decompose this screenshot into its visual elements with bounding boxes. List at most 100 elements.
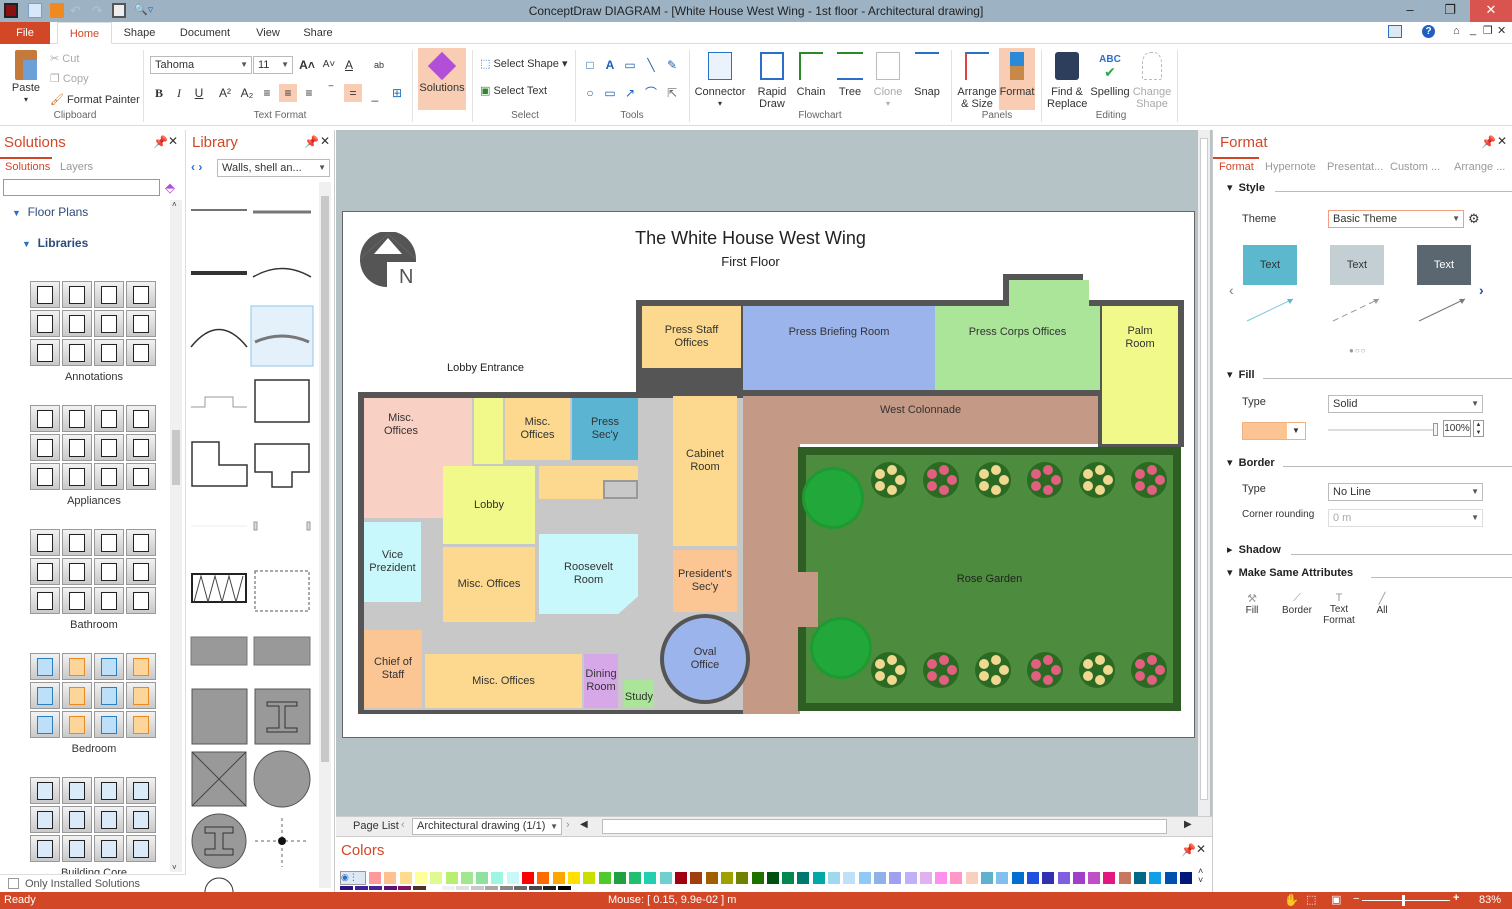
color-swatch[interactable]	[1163, 871, 1178, 885]
library-shape-item[interactable]	[30, 339, 60, 366]
zoom-slider[interactable]	[1362, 895, 1450, 906]
room-press-briefing[interactable]: Press Briefing Room	[743, 306, 935, 390]
zoom-in-icon[interactable]: +	[1453, 892, 1459, 904]
align-middle-icon[interactable]: =	[344, 84, 362, 102]
library-shape-item[interactable]	[94, 558, 124, 585]
color-swatch[interactable]	[536, 871, 551, 885]
solutions-button[interactable]: Solutions	[418, 48, 466, 110]
room-west-colonnade[interactable]: West Colonnade	[743, 396, 1098, 444]
color-swatch[interactable]	[1056, 871, 1071, 885]
cut-button[interactable]: ✂ Cut	[50, 52, 79, 65]
library-shape-item[interactable]	[62, 587, 92, 614]
color-swatch[interactable]	[781, 871, 796, 885]
arrow-tool-icon[interactable]: ↗	[621, 84, 639, 102]
library-shape-item[interactable]	[94, 463, 124, 490]
search-solutions-icon[interactable]: ⬘	[165, 180, 175, 196]
room-presidents-secy[interactable]: President's Sec'y	[673, 550, 737, 612]
color-swatch[interactable]	[704, 871, 719, 885]
library-shape-item[interactable]	[62, 777, 92, 804]
align-bottom-icon[interactable]: _	[366, 86, 384, 104]
library-shape-item[interactable]	[62, 310, 92, 337]
library-shape-item[interactable]	[62, 529, 92, 556]
clone-button[interactable]: Clone ▾	[871, 48, 905, 110]
color-swatch[interactable]	[995, 871, 1010, 885]
library-shape-item[interactable]	[62, 463, 92, 490]
arrange-size-button[interactable]: Arrange & Size	[957, 48, 997, 110]
close-panel-icon[interactable]: ✕	[1196, 842, 1206, 856]
color-swatch[interactable]	[354, 886, 368, 890]
tab-hypernote[interactable]: Hypernote	[1265, 161, 1316, 173]
tab-custom[interactable]: Custom ...	[1390, 161, 1440, 173]
color-swatch[interactable]	[427, 886, 440, 890]
format-button[interactable]: Format	[999, 48, 1035, 110]
color-swatch[interactable]	[918, 871, 933, 885]
color-swatch[interactable]	[566, 871, 581, 885]
library-shape-item[interactable]	[30, 806, 60, 833]
doc-minimize-icon[interactable]: _	[1470, 24, 1476, 36]
library-shape-item[interactable]	[126, 529, 156, 556]
paste-button[interactable]: Paste ▾	[8, 48, 44, 110]
select-text-button[interactable]: ▣ Select Text	[480, 84, 547, 97]
doc-restore-icon[interactable]: ❐	[1483, 24, 1493, 37]
fill-section-toggle[interactable]: ▾ Fill	[1227, 368, 1255, 381]
help-icon[interactable]: ?	[1422, 25, 1435, 38]
tree-button[interactable]: Tree	[834, 48, 866, 110]
color-swatch[interactable]	[582, 871, 597, 885]
library-shape-item[interactable]	[126, 339, 156, 366]
library-shape-item[interactable]	[94, 777, 124, 804]
library-shape-item[interactable]	[30, 711, 60, 738]
color-swatch[interactable]	[459, 871, 474, 885]
library-shape-item[interactable]	[30, 682, 60, 709]
color-swatch[interactable]	[340, 886, 353, 890]
color-swatch[interactable]	[980, 871, 994, 885]
doc-close-icon[interactable]: ✕	[1497, 24, 1506, 37]
library-shape-item[interactable]	[94, 711, 124, 738]
opacity-stepper[interactable]: ▲ ▼	[1473, 420, 1484, 437]
color-swatch[interactable]	[719, 871, 734, 885]
grow-font-icon[interactable]: A˄	[298, 56, 316, 74]
color-swatch[interactable]	[1010, 871, 1025, 885]
room-vice-president[interactable]: Vice Prezident	[364, 522, 421, 602]
text-autofit-icon[interactable]: ⊞	[388, 84, 406, 102]
align-center-icon[interactable]: ≡	[279, 84, 297, 102]
only-installed-checkbox[interactable]	[8, 878, 19, 889]
bedroom-library[interactable]	[30, 653, 156, 738]
room-misc-offices-3[interactable]: Misc. Offices	[443, 547, 535, 622]
corner-rounding-select[interactable]: 0 m ▼	[1328, 509, 1483, 527]
diagram-title[interactable]: The White House West Wing	[583, 228, 918, 249]
minimize-button[interactable]: –	[1390, 0, 1430, 22]
color-swatch[interactable]	[514, 886, 527, 890]
room-press-staff[interactable]: Press Staff Offices	[642, 306, 741, 368]
prev-page-icon[interactable]: ‹	[401, 819, 405, 831]
library-shape-item[interactable]	[30, 653, 60, 680]
color-swatch[interactable]	[949, 871, 964, 885]
color-swatch[interactable]	[612, 871, 627, 885]
library-shape-item[interactable]	[126, 835, 156, 862]
tab-arrange[interactable]: Arrange ...	[1454, 161, 1505, 173]
library-shape-item[interactable]	[62, 682, 92, 709]
snap-button[interactable]: Snap	[910, 48, 944, 110]
color-swatch[interactable]	[872, 871, 887, 885]
color-swatch[interactable]	[485, 886, 498, 890]
theme-card-1[interactable]: Text	[1243, 245, 1297, 285]
canvas-horizontal-scrollbar[interactable]	[602, 819, 1167, 834]
make-same-section-toggle[interactable]: ▾ Make Same Attributes	[1227, 566, 1353, 579]
page-select[interactable]: Architectural drawing (1/1) ▼	[412, 818, 562, 835]
library-shape-item[interactable]	[94, 587, 124, 614]
library-shape-item[interactable]	[126, 682, 156, 709]
lobby-entrance-label[interactable]: Lobby Entrance	[447, 362, 524, 374]
theme-pager-dots[interactable]: ●○○	[1349, 346, 1367, 355]
library-nav-arrows[interactable]: ‹ ›	[191, 160, 202, 174]
bold-icon[interactable]: B	[150, 84, 168, 102]
color-picker-icon[interactable]: ◉⋮	[340, 871, 366, 885]
library-scrollbar[interactable]	[319, 182, 331, 888]
theme-settings-icon[interactable]: ⚙	[1468, 211, 1480, 227]
subscript-icon[interactable]: A₂	[238, 84, 256, 102]
shadow-section-toggle[interactable]: ▸ Shadow	[1227, 543, 1281, 556]
fill-color-picker[interactable]: ▼	[1242, 422, 1306, 440]
library-shape-item[interactable]	[30, 587, 60, 614]
library-shape-item[interactable]	[94, 281, 124, 308]
border-type-select[interactable]: No Line ▼	[1328, 483, 1483, 501]
pin-icon[interactable]: 📌	[153, 135, 168, 149]
library-shape-item[interactable]	[30, 777, 60, 804]
